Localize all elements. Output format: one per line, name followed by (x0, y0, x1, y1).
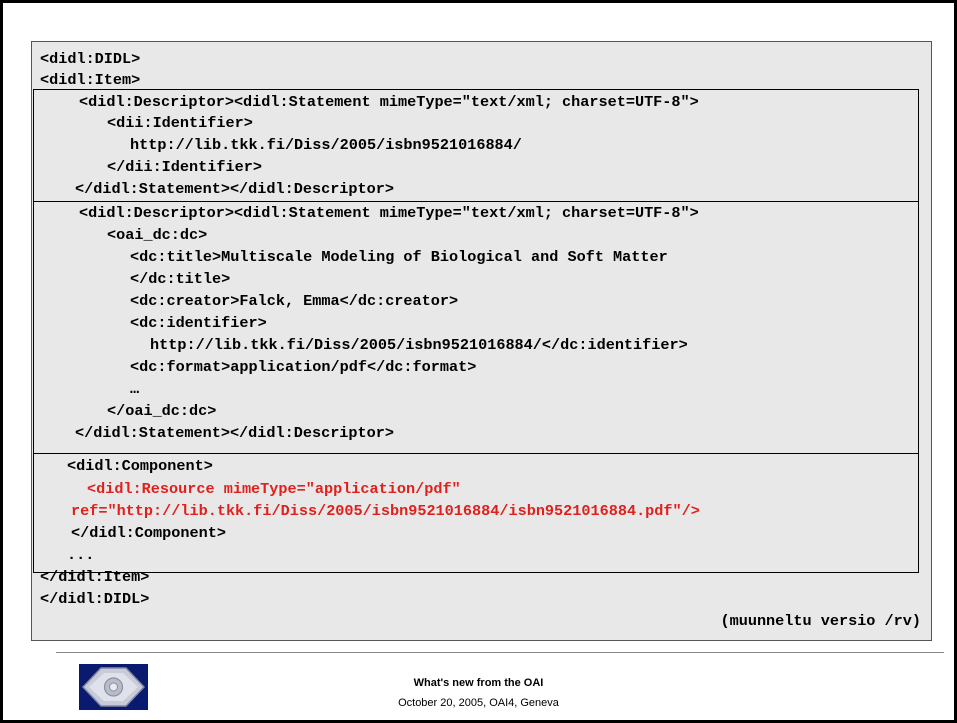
footer-divider (56, 652, 944, 653)
footer-title: What's new from the OAI (413, 677, 544, 689)
code-line: </didl:Statement></didl:Descriptor> (75, 180, 394, 198)
code-line-highlight: ref="http://lib.tkk.fi/Diss/2005/isbn952… (71, 502, 700, 520)
code-line-highlight: <didl:Resource mimeType="application/pdf… (87, 480, 461, 498)
code-line: </didl:Component> (71, 524, 226, 542)
code-line: </didl:Item> (40, 568, 150, 586)
code-listing: <didl:DIDL> <didl:Item> <didl:Descriptor… (31, 41, 932, 641)
code-line: <dc:identifier> (130, 314, 267, 332)
code-line: <didl:Descriptor><didl:Statement mimeTyp… (79, 93, 699, 111)
code-line: <dii:Identifier> (107, 114, 253, 132)
code-line: <didl:DIDL> (40, 50, 141, 68)
code-line: </dii:Identifier> (107, 158, 262, 176)
code-line: http://lib.tkk.fi/Diss/2005/isbn95210168… (130, 136, 522, 154)
code-line: http://lib.tkk.fi/Diss/2005/isbn95210168… (150, 336, 688, 354)
code-line: <didl:Component> (67, 457, 213, 475)
code-line: </didl:DIDL> (40, 590, 150, 608)
code-line: </oai_dc:dc> (107, 402, 217, 420)
code-line: <didl:Descriptor><didl:Statement mimeTyp… (79, 204, 699, 222)
code-line: <dc:creator>Falck, Emma</dc:creator> (130, 292, 459, 310)
code-line: … (130, 380, 140, 398)
attribution-text: (muunneltu versio /rv) (720, 612, 921, 630)
footer-subtitle: October 20, 2005, OAI4, Geneva (398, 697, 559, 709)
code-line: ... (67, 546, 95, 564)
code-line: <didl:Item> (40, 71, 141, 89)
code-line: <oai_dc:dc> (107, 226, 208, 244)
code-line: <dc:title>Multiscale Modeling of Biologi… (130, 248, 668, 266)
code-line: </didl:Statement></didl:Descriptor> (75, 424, 394, 442)
code-line: </dc:title> (130, 270, 231, 288)
code-line: <dc:format>application/pdf</dc:format> (130, 358, 477, 376)
